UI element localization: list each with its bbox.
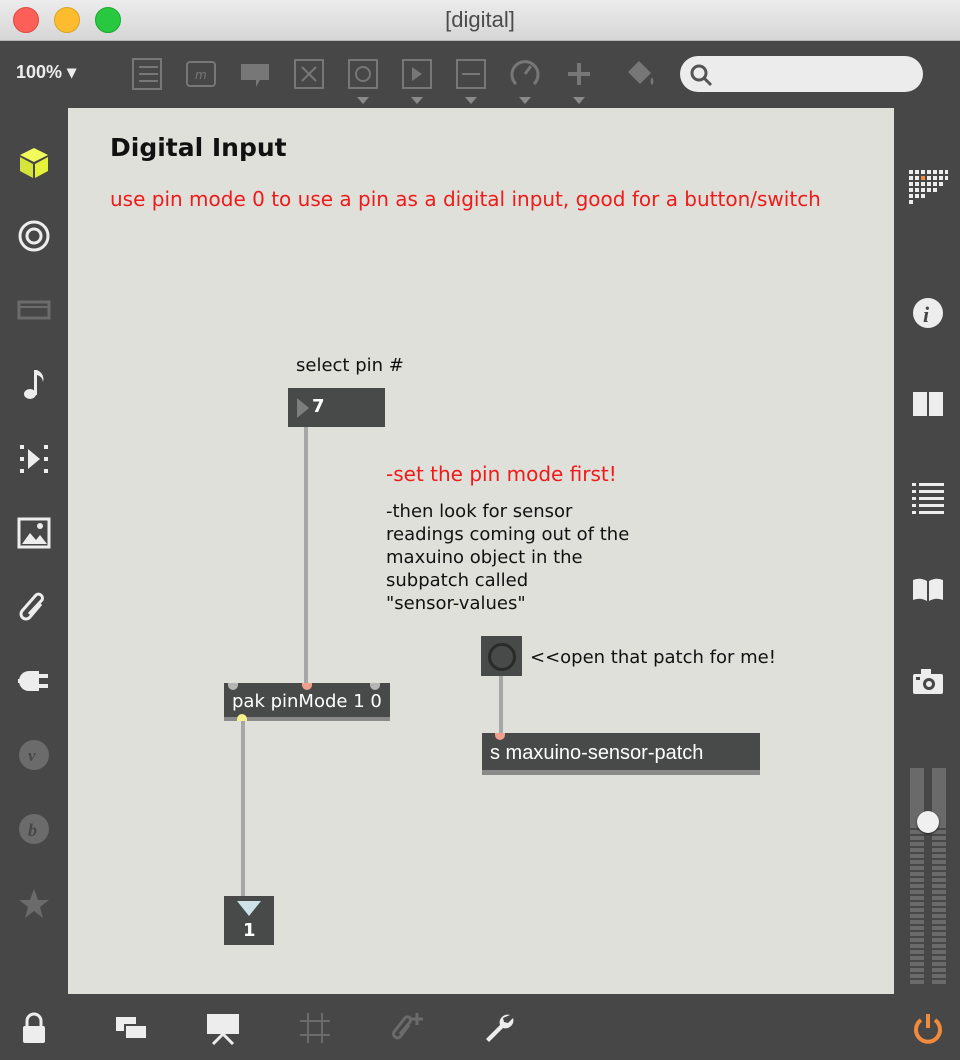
device-icon[interactable]	[14, 290, 54, 330]
pin-number-box[interactable]: 7	[288, 388, 385, 427]
search-input[interactable]	[720, 62, 914, 86]
pak-object[interactable]: pak pinMode 1 0	[224, 683, 390, 721]
svg-text:v: v	[28, 746, 36, 765]
patch-cord[interactable]	[241, 720, 245, 898]
chevron-down-icon: ▾	[67, 62, 77, 82]
open-patch-comment: <<open that patch for me!	[530, 647, 776, 668]
zoom-level: 100%	[16, 62, 63, 82]
object-text: s maxuino-sensor-patch	[490, 742, 704, 764]
list-icon[interactable]	[908, 477, 948, 517]
triangle-down-icon	[237, 901, 261, 916]
intro-comment: use pin mode 0 to use a pin as a digital…	[110, 187, 821, 211]
dial-icon[interactable]	[507, 56, 543, 92]
svg-text:m: m	[195, 68, 207, 82]
chevron-down-icon[interactable]	[573, 97, 585, 104]
pin-number-value: 7	[312, 396, 325, 417]
lock-icon[interactable]	[14, 1008, 54, 1048]
inlet[interactable]	[302, 683, 312, 690]
star-icon[interactable]	[14, 884, 54, 924]
image-icon[interactable]	[14, 513, 54, 553]
info-icon[interactable]: i	[908, 293, 948, 333]
send-object[interactable]: s maxuino-sensor-patch	[482, 733, 760, 775]
sensor-comment: -then look for sensor readings coming ou…	[386, 500, 656, 615]
target-icon[interactable]	[14, 216, 54, 256]
output-number-box[interactable]: 1	[224, 896, 274, 945]
search-icon	[690, 64, 713, 87]
comment-line: subpatch called	[386, 570, 529, 591]
bang-circle-icon	[488, 643, 516, 671]
chevron-down-icon[interactable]	[519, 97, 531, 104]
cube-icon[interactable]	[14, 143, 54, 183]
object-text: pak pinMode 1 0	[232, 691, 382, 712]
toggle-icon[interactable]	[291, 56, 327, 92]
chevron-down-icon[interactable]	[357, 97, 369, 104]
svg-text:b: b	[28, 820, 37, 840]
patch-cord[interactable]	[499, 674, 503, 740]
window-title: [digital]	[445, 7, 515, 32]
wrench-icon[interactable]	[479, 1008, 519, 1048]
slider-icon[interactable]	[453, 56, 489, 92]
plug-icon[interactable]	[14, 661, 54, 701]
open-patch-button[interactable]	[481, 636, 522, 676]
search-field[interactable]	[680, 56, 923, 92]
button-icon[interactable]	[345, 56, 381, 92]
right-sidebar	[894, 108, 960, 994]
gain-slider-knob[interactable]	[917, 811, 939, 833]
zoom-menu[interactable]: 100% ▾	[16, 62, 76, 83]
patcher-list-icon[interactable]	[129, 56, 165, 92]
page-title: Digital Input	[110, 133, 287, 162]
book-columns-icon[interactable]	[908, 384, 948, 424]
outlet[interactable]	[237, 714, 247, 721]
inlet[interactable]	[228, 683, 238, 690]
grid-icon[interactable]	[908, 168, 948, 208]
object-border	[224, 717, 390, 721]
paint-bucket-icon[interactable]	[622, 56, 658, 92]
object-border	[482, 770, 760, 775]
comment-line: -then look for sensor	[386, 501, 573, 522]
chevron-down-icon[interactable]	[411, 97, 423, 104]
inlet[interactable]	[370, 683, 380, 690]
media-icon[interactable]	[14, 439, 54, 479]
output-number-value: 1	[243, 920, 256, 941]
inlet[interactable]	[495, 733, 505, 740]
bpatcher-icon[interactable]: b	[14, 809, 54, 849]
comment-line: maxuino object in the	[386, 547, 583, 568]
svg-text:i: i	[923, 302, 930, 327]
chevron-down-icon[interactable]	[465, 97, 477, 104]
number-box-icon[interactable]	[399, 56, 435, 92]
comment-line: "sensor-values"	[386, 593, 526, 614]
patch-cord[interactable]	[304, 426, 308, 684]
power-icon[interactable]	[908, 1008, 948, 1048]
set-mode-comment: -set the pin mode first!	[386, 462, 617, 486]
grid-icon[interactable]	[295, 1008, 335, 1048]
music-note-icon[interactable]	[14, 364, 54, 404]
level-meter-right	[932, 768, 946, 984]
select-pin-comment: select pin #	[296, 355, 404, 376]
level-meter-left	[910, 768, 924, 984]
windows-icon[interactable]	[111, 1008, 151, 1048]
triangle-right-icon	[297, 398, 309, 418]
add-attachment-icon[interactable]	[387, 1008, 427, 1048]
vst-icon[interactable]: v	[14, 735, 54, 775]
add-icon[interactable]	[561, 56, 597, 92]
paperclip-icon[interactable]	[14, 587, 54, 627]
comment-icon[interactable]	[237, 56, 273, 92]
presentation-icon[interactable]	[203, 1008, 243, 1048]
message-box-icon[interactable]: m	[183, 56, 219, 92]
reference-book-icon[interactable]	[908, 569, 948, 609]
camera-icon[interactable]	[908, 661, 948, 701]
comment-line: readings coming out of the	[386, 524, 630, 545]
